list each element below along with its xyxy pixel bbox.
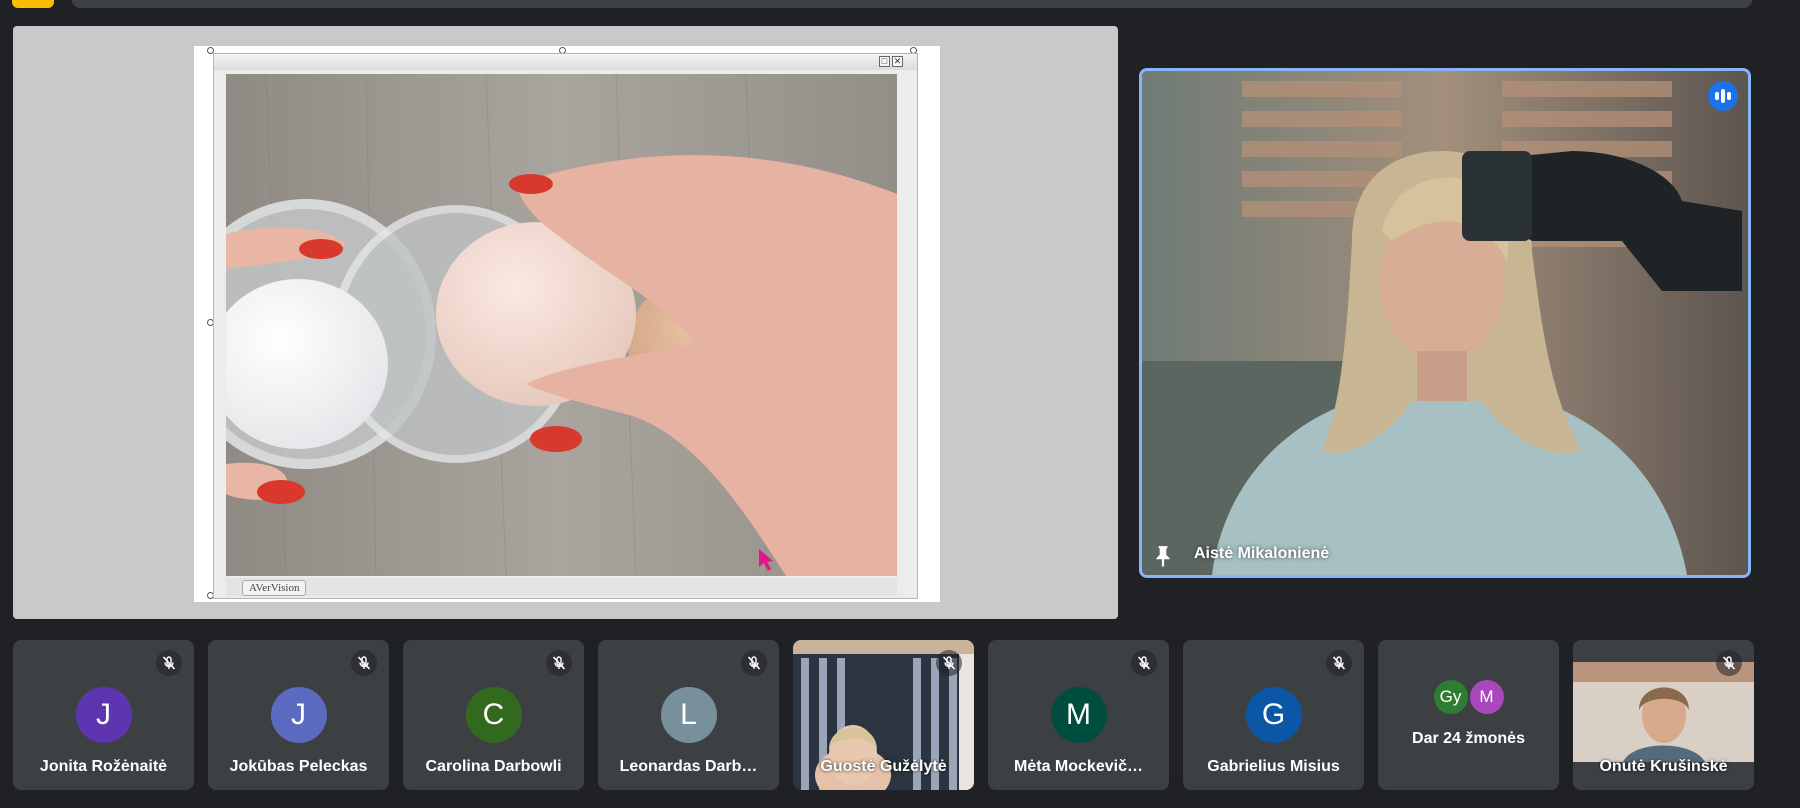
pin-icon[interactable] <box>1152 545 1174 567</box>
audio-indicator-icon <box>1708 81 1738 111</box>
participant-tile[interactable]: J Jokūbas Peleckas <box>208 640 389 790</box>
participant-name: Onutė Krušinskė <box>1599 758 1728 775</box>
maximize-button[interactable]: □ <box>879 56 890 67</box>
presentation-tile[interactable]: □ ✕ AVerVision <box>13 26 1118 619</box>
participant-name: Carolina Darbowli <box>425 758 562 775</box>
window-statusbar: AVerVision <box>226 578 897 596</box>
avatar: J <box>75 687 132 743</box>
mic-off-icon <box>156 650 182 676</box>
mic-off-icon <box>546 650 572 676</box>
participant-name: Jonita Rožėnaitė <box>39 758 168 775</box>
top-toolbar <box>0 0 1800 10</box>
window-titlebar: □ ✕ <box>214 54 917 70</box>
more-participants-label: Dar 24 žmonės <box>1412 730 1525 747</box>
avatar: C <box>465 687 522 743</box>
more-participants-tile[interactable]: Gy M Dar 24 žmonės <box>1378 640 1559 790</box>
participant-tile[interactable]: M Mėta Mockevič… <box>988 640 1169 790</box>
participant-name: Mėta Mockevič… <box>1014 758 1143 775</box>
avatar: M <box>1050 687 1107 743</box>
participant-name: Gabrielius Misius <box>1207 758 1340 775</box>
avatar: G <box>1245 687 1302 743</box>
mic-off-icon <box>936 650 962 676</box>
avatar: M <box>1469 680 1504 714</box>
mic-off-icon <box>1326 650 1352 676</box>
mic-off-icon <box>1131 650 1157 676</box>
camera-window: □ ✕ AVerVision <box>213 53 918 599</box>
avatar: Gy <box>1433 680 1468 714</box>
speaker-name: Aistė Mikalonienė <box>1194 545 1330 562</box>
mic-off-icon <box>1716 650 1742 676</box>
camera-feed-image <box>226 74 897 576</box>
mic-off-icon <box>351 650 377 676</box>
participant-name: Jokūbas Peleckas <box>229 758 368 775</box>
participant-name: Guostė Gužėlytė <box>820 758 947 775</box>
speaker-video <box>1142 71 1748 575</box>
mic-off-icon <box>741 650 767 676</box>
active-speaker-tile[interactable]: Aistė Mikalonienė <box>1139 68 1751 578</box>
participant-name: Leonardas Darb… <box>619 758 758 775</box>
participant-tile[interactable]: C Carolina Darbowli <box>403 640 584 790</box>
meeting-badge[interactable] <box>12 0 54 8</box>
more-avatars: Gy M <box>1433 680 1504 714</box>
avatar: J <box>270 687 327 743</box>
participant-tile[interactable]: J Jonita Rožėnaitė <box>13 640 194 790</box>
close-button[interactable]: ✕ <box>892 56 903 67</box>
participant-tile[interactable]: Guostė Gužėlytė <box>793 640 974 790</box>
participant-tile[interactable]: L Leonardas Darb… <box>598 640 779 790</box>
participant-tile[interactable]: Onutė Krušinskė <box>1573 640 1754 790</box>
top-bar <box>72 0 1752 8</box>
participant-tile[interactable]: G Gabrielius Misius <box>1183 640 1364 790</box>
window-label: AVerVision <box>242 580 307 596</box>
avatar: L <box>660 687 717 743</box>
